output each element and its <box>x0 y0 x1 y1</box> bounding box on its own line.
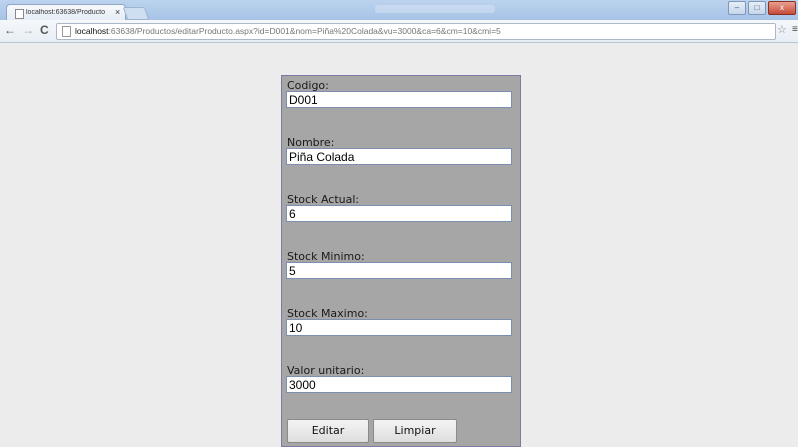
stock-maximo-input[interactable] <box>286 319 512 336</box>
nombre-input[interactable] <box>286 148 512 165</box>
menu-icon[interactable]: ≡ <box>792 24 798 35</box>
url-path: :63638/Productos/editarProducto.aspx?id=… <box>108 26 501 36</box>
browser-toolbar: ← → C localhost:63638/Productos/editarPr… <box>0 20 798 43</box>
stock-minimo-input[interactable] <box>286 262 512 279</box>
window-title-blur <box>375 5 495 13</box>
reload-icon[interactable]: C <box>40 24 49 36</box>
window-controls: – □ x <box>728 1 796 15</box>
valor-unitario-input[interactable] <box>286 376 512 393</box>
browser-tab[interactable]: localhost:63638/Producto × <box>6 4 126 21</box>
tab-title: localhost:63638/Producto <box>26 9 105 16</box>
stock-actual-input[interactable] <box>286 205 512 222</box>
maximize-button[interactable]: □ <box>748 1 766 15</box>
title-bar: localhost:63638/Producto × – □ x <box>0 0 798 21</box>
url-host: localhost <box>75 26 109 36</box>
page-icon <box>62 26 71 37</box>
address-bar[interactable]: localhost:63638/Productos/editarProducto… <box>56 23 776 40</box>
product-edit-form: Codigo: Nombre: Stock Actual: Stock Mini… <box>281 75 521 447</box>
star-icon[interactable]: ☆ <box>777 23 787 36</box>
page-icon <box>15 9 24 19</box>
editar-button[interactable]: Editar <box>287 419 369 443</box>
forward-arrow-icon[interactable]: → <box>22 24 34 36</box>
new-tab-button[interactable] <box>122 7 150 20</box>
codigo-input[interactable] <box>286 91 512 108</box>
url-text: localhost:63638/Productos/editarProducto… <box>75 24 501 39</box>
close-window-button[interactable]: x <box>768 1 796 15</box>
back-arrow-icon[interactable]: ← <box>4 24 16 36</box>
tab-close-icon[interactable]: × <box>115 7 120 17</box>
limpiar-button[interactable]: Limpiar <box>373 419 457 443</box>
minimize-button[interactable]: – <box>728 1 746 15</box>
